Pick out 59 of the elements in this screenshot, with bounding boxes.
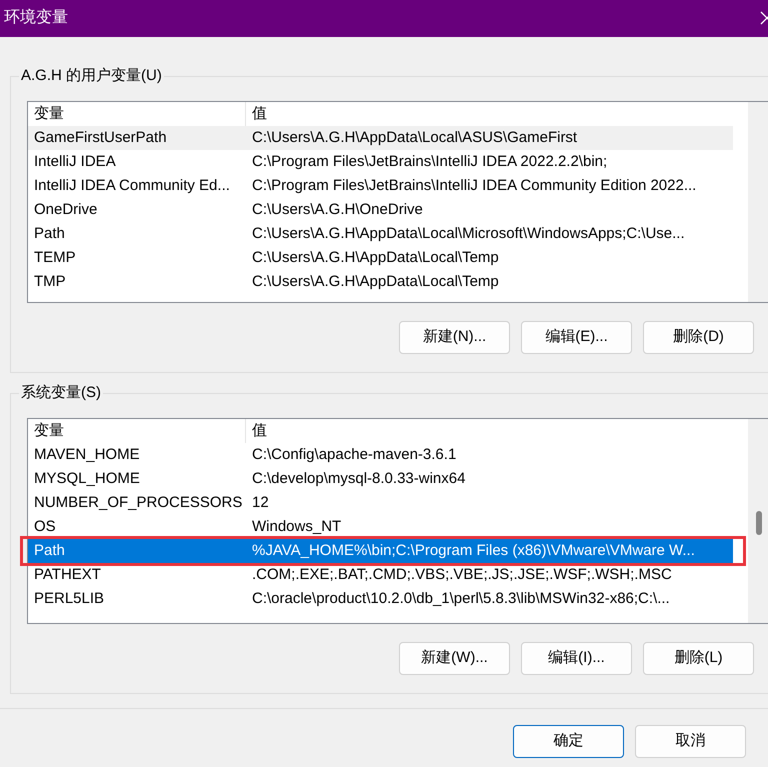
column-header[interactable]: 值 <box>246 419 267 443</box>
list-row[interactable]: Path %JAVA_HOME%\bin;C:\Program Files (x86)\VMware\VMware W... <box>28 539 733 563</box>
scrollbar[interactable] <box>748 102 768 302</box>
variable-value: C:\Users\A.G.H\AppData\Local\ASUS\GameFirst <box>251 128 578 148</box>
variable-name: NUMBER_OF_PROCESSORS <box>33 493 244 513</box>
variable-value: C:\Users\A.G.H\AppData\Local\Temp <box>251 272 499 292</box>
user-var-button[interactable]: 删除(D) <box>643 321 754 354</box>
variable-value: C:\Config\apache-maven-3.6.1 <box>251 445 456 465</box>
group-label: 系统变量(S) <box>19 383 103 403</box>
list-row[interactable]: OneDrive C:\Users\A.G.H\OneDrive <box>28 198 733 222</box>
variable-name: TEMP <box>33 248 77 268</box>
variable-name: GameFirstUserPath <box>33 128 168 148</box>
list-row[interactable]: GameFirstUserPath C:\Users\A.G.H\AppData\Local\ASUS\GameFirst <box>28 126 733 150</box>
column-header[interactable]: 变量 <box>28 419 246 443</box>
system-var-button[interactable]: 编辑(I)... <box>521 642 632 675</box>
variable-value: C:\Users\A.G.H\OneDrive <box>251 200 423 220</box>
variable-name: OneDrive <box>33 200 98 220</box>
list-row[interactable]: IntelliJ IDEA C:\Program Files\JetBrains\IntelliJ IDEA 2022.2.2\bin; <box>28 150 733 174</box>
scrollbar[interactable] <box>748 419 768 623</box>
list-row[interactable]: MAVEN_HOME C:\Config\apache-maven-3.6.1 <box>28 443 733 467</box>
variable-value: C:\Users\A.G.H\AppData\Local\Temp <box>251 248 499 268</box>
user-var-button[interactable]: 编辑(E)... <box>521 321 632 354</box>
user-var-button[interactable]: 新建(N)... <box>399 321 510 354</box>
group-label: A.G.H 的用户变量(U) <box>19 66 164 86</box>
system-var-button[interactable]: 新建(W)... <box>399 642 510 675</box>
column-header[interactable]: 值 <box>246 102 267 126</box>
dialog-button[interactable]: 确定 <box>513 725 624 758</box>
list-row[interactable]: OS Windows_NT <box>28 515 733 539</box>
list-row[interactable]: Path C:\Users\A.G.H\AppData\Local\Microsoft\WindowsApps;C:\Use... <box>28 222 733 246</box>
variable-value: C:\develop\mysql-8.0.33-winx64 <box>251 469 466 489</box>
window-title: 环境变量 <box>3 8 68 28</box>
list-row[interactable]: IntelliJ IDEA Community Ed... C:\Program Files\JetBrains\IntelliJ IDEA Community Edition 2022... <box>28 174 733 198</box>
variable-name: MYSQL_HOME <box>33 469 141 489</box>
variable-value: C:\oracle\product\10.2.0\db_1\perl\5.8.3\lib\MSWin32-x86;C:\... <box>251 589 670 609</box>
variable-value: %JAVA_HOME%\bin;C:\Program Files (x86)\VMware\VMware W... <box>251 541 695 561</box>
variable-name: OS <box>33 517 57 537</box>
variable-name: IntelliJ IDEA <box>33 152 117 172</box>
variable-value: 12 <box>251 493 269 513</box>
scrollbar-thumb[interactable] <box>756 511 762 535</box>
list-row[interactable]: MYSQL_HOME C:\develop\mysql-8.0.33-winx64 <box>28 467 733 491</box>
variable-name: MAVEN_HOME <box>33 445 141 465</box>
variable-name: IntelliJ IDEA Community Ed... <box>33 176 231 196</box>
list-row[interactable]: PERL5LIB C:\oracle\product\10.2.0\db_1\perl\5.8.3\lib\MSWin32-x86;C:\... <box>28 587 733 611</box>
variable-value: Windows_NT <box>251 517 342 537</box>
variable-value: C:\Program Files\JetBrains\IntelliJ IDEA 2022.2.2\bin; <box>251 152 608 172</box>
variable-name: Path <box>33 224 66 244</box>
list-row[interactable]: TMP C:\Users\A.G.H\AppData\Local\Temp <box>28 270 733 294</box>
list-row[interactable]: TEMP C:\Users\A.G.H\AppData\Local\Temp <box>28 246 733 270</box>
variable-name: PERL5LIB <box>33 589 106 609</box>
system-var-button[interactable]: 删除(L) <box>643 642 754 675</box>
variable-value: C:\Program Files\JetBrains\IntelliJ IDEA Community Edition 2022... <box>251 176 696 196</box>
list-row[interactable]: NUMBER_OF_PROCESSORS 12 <box>28 491 733 515</box>
variable-name: TMP <box>33 272 67 292</box>
variable-value: C:\Users\A.G.H\AppData\Local\Microsoft\WindowsApps;C:\Use... <box>251 224 685 244</box>
variable-name: PATHEXT <box>33 565 102 585</box>
list-row[interactable]: PATHEXT .COM;.EXE;.BAT;.CMD;.VBS;.VBE;.JS;.JSE;.WSF;.WSH;.MSC <box>28 563 733 587</box>
variable-value: .COM;.EXE;.BAT;.CMD;.VBS;.VBE;.JS;.JSE;.WSF;.WSH;.MSC <box>251 565 672 585</box>
variable-name: Path <box>33 541 66 561</box>
dialog-button[interactable]: 取消 <box>635 725 746 758</box>
